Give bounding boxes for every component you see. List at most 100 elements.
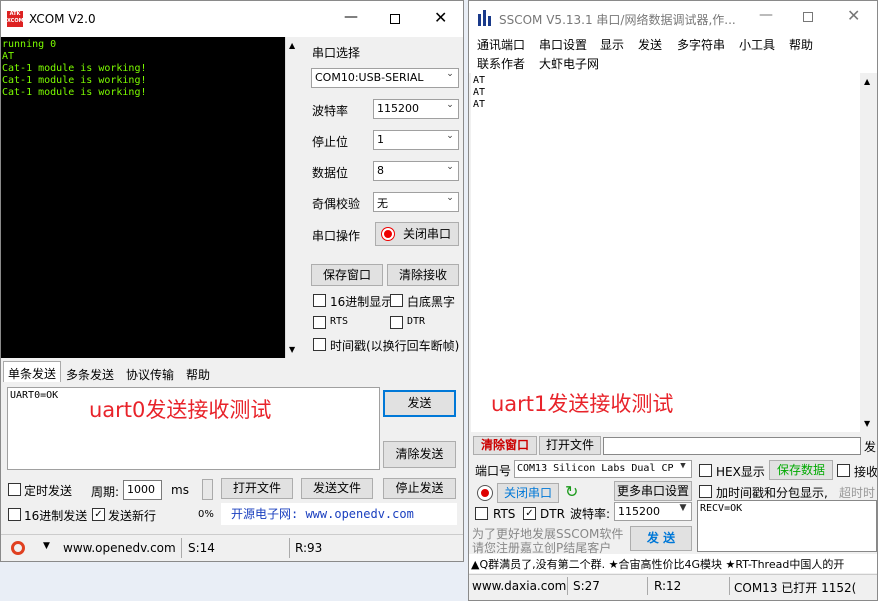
- rts-checkbox[interactable]: [475, 507, 488, 520]
- settings-gear-icon[interactable]: [11, 541, 25, 555]
- menu-comm-port[interactable]: 通讯端口: [477, 36, 525, 53]
- period-input[interactable]: 1000: [123, 480, 162, 500]
- open-file-button[interactable]: 打开文件: [539, 436, 601, 455]
- ticker-text[interactable]: ▲Q群满员了,没有第二个群. ★合宙高性价比4G模块 ★RT-Thread中国人…: [471, 556, 844, 572]
- clear-send-button[interactable]: 清除发送: [383, 441, 456, 468]
- recv-line: AT: [473, 75, 486, 86]
- scroll-up-icon[interactable]: ▲: [864, 77, 870, 86]
- baud-select[interactable]: 115200 ⌄: [373, 99, 459, 119]
- refresh-icon[interactable]: ↻: [565, 482, 578, 501]
- console-line: Cat-1 module is working!: [2, 87, 147, 98]
- port-select-value: COM10:USB-SERIAL: [315, 71, 424, 84]
- send-file-button[interactable]: 发送文件: [301, 478, 373, 499]
- sscom-window: SSCOM V5.13.1 串口/网络数据调试器,作... — ✕ 通讯端口 串…: [468, 0, 878, 601]
- percent-label: 0%: [198, 509, 214, 520]
- xcom-receive-console[interactable]: running 0 AT Cat-1 module is working! Ca…: [1, 37, 285, 358]
- minimize-icon[interactable]: —: [759, 7, 773, 23]
- send-file-button[interactable]: 发: [864, 438, 876, 455]
- timed-send-label: 定时发送: [24, 484, 73, 498]
- sscom-status-sent: S:27: [573, 579, 600, 593]
- close-icon[interactable]: ✕: [434, 8, 447, 27]
- send-newline-checkbox[interactable]: ✓: [92, 508, 105, 521]
- timeout-label: 超时时: [839, 486, 876, 500]
- menu-contact-author[interactable]: 联系作者: [477, 55, 525, 72]
- timed-send-checkbox[interactable]: [8, 483, 21, 496]
- menu-multi-string[interactable]: 多字符串: [677, 36, 725, 53]
- scroll-up-icon[interactable]: ▲: [289, 41, 295, 50]
- menu-help[interactable]: 帮助: [789, 36, 813, 53]
- console-scrollbar[interactable]: ▲ ▼: [285, 37, 301, 358]
- status-divider: [181, 538, 182, 558]
- console-line: AT: [2, 51, 15, 62]
- hex-send-label: 16进制发送: [24, 509, 88, 523]
- file-path-input[interactable]: [603, 437, 861, 455]
- more-settings-button[interactable]: 更多串口设置: [614, 481, 692, 501]
- maximize-icon[interactable]: [390, 14, 400, 24]
- sscom-send-textarea[interactable]: RECV=OK: [697, 500, 877, 552]
- port-select-label: 串口选择: [312, 46, 361, 60]
- open-file-button[interactable]: 打开文件: [221, 478, 293, 499]
- close-icon[interactable]: ✕: [847, 6, 860, 25]
- sscom-menubar: 通讯端口 串口设置 显示 发送 多字符串 小工具 帮助 联系作者 大虾电子网: [469, 33, 877, 73]
- chevron-down-icon: ▼: [679, 503, 687, 513]
- dtr-label: DTR: [407, 316, 426, 327]
- sscom-status-port: COM13 已打开 1152(: [734, 581, 857, 595]
- baud-select[interactable]: 115200 ▼: [614, 502, 692, 521]
- save-data-label: 保存数据: [776, 463, 825, 477]
- port-select[interactable]: COM10:USB-SERIAL ⌄: [311, 68, 459, 88]
- sscom-scrollbar[interactable]: ▲ ▼: [860, 73, 877, 432]
- white-bg-label: 白底黑字: [407, 295, 456, 309]
- send-button[interactable]: 发送: [383, 390, 456, 417]
- menu-tools[interactable]: 小工具: [739, 36, 775, 53]
- clear-window-label: 清除窗口: [480, 438, 529, 452]
- maximize-icon[interactable]: [803, 12, 813, 22]
- stop-send-button[interactable]: 停止发送: [383, 478, 456, 499]
- baud-value: 115200: [618, 505, 660, 518]
- rts-checkbox[interactable]: [313, 316, 326, 329]
- white-bg-checkbox[interactable]: [390, 294, 403, 307]
- send-text: RECV=OK: [700, 503, 743, 514]
- parity-select[interactable]: 无 ⌄: [373, 192, 459, 212]
- port-number-select[interactable]: COM13 Silicon Labs Dual CP ▼: [514, 460, 692, 478]
- data-bits-select[interactable]: 8 ⌄: [373, 161, 459, 181]
- tab-help[interactable]: 帮助: [186, 366, 210, 383]
- tab-protocol[interactable]: 协议传输: [126, 366, 174, 383]
- clear-receive-button[interactable]: 清除接收: [387, 264, 459, 286]
- openedv-link[interactable]: 开源电子网: www.openedv.com: [221, 503, 457, 525]
- xcom-status-url: www.openedv.com: [63, 541, 176, 555]
- sscom-receive-area[interactable]: AT AT AT: [471, 73, 860, 432]
- tab-single-send[interactable]: 单条发送: [3, 361, 61, 382]
- clear-window-button[interactable]: 清除窗口: [473, 436, 537, 455]
- timestamp-label: 加时间戳和分包显示,: [716, 486, 828, 500]
- menu-send[interactable]: 发送: [638, 36, 662, 53]
- port-number-label: 端口号: [475, 464, 512, 478]
- scroll-down-icon[interactable]: ▼: [289, 345, 295, 354]
- save-window-button[interactable]: 保存窗口: [311, 264, 383, 286]
- save-data-button[interactable]: 保存数据: [769, 460, 833, 480]
- recv-line: AT: [473, 99, 486, 110]
- menu-daxia-site[interactable]: 大虾电子网: [539, 55, 599, 72]
- minimize-icon[interactable]: —: [344, 9, 358, 25]
- xcom-title: XCOM V2.0: [29, 12, 96, 26]
- sscom-titlebar: SSCOM V5.13.1 串口/网络数据调试器,作... — ✕: [469, 1, 877, 33]
- dropdown-arrow-icon[interactable]: ▼: [43, 541, 50, 551]
- scroll-down-icon[interactable]: ▼: [864, 419, 870, 428]
- send-button[interactable]: 发 送: [630, 526, 692, 551]
- dtr-checkbox[interactable]: ✓: [523, 507, 536, 520]
- tab-multi-send[interactable]: 多条发送: [66, 366, 114, 383]
- hex-display-checkbox[interactable]: [313, 294, 326, 307]
- stop-bits-select[interactable]: 1 ⌄: [373, 130, 459, 150]
- recv-line: AT: [473, 87, 486, 98]
- sscom-logo-icon: [478, 10, 492, 26]
- close-port-button[interactable]: 关闭串口: [375, 222, 459, 246]
- hex-display-checkbox[interactable]: [699, 464, 712, 477]
- dtr-checkbox[interactable]: [390, 316, 403, 329]
- menu-display[interactable]: 显示: [600, 36, 624, 53]
- timestamp-checkbox[interactable]: [313, 338, 326, 351]
- recv-option-checkbox[interactable]: [837, 464, 850, 477]
- timestamp-checkbox[interactable]: [699, 485, 712, 498]
- menu-port-settings[interactable]: 串口设置: [539, 36, 587, 53]
- close-port-button[interactable]: 关闭串口: [497, 483, 559, 503]
- hex-send-checkbox[interactable]: [8, 508, 21, 521]
- sscom-status-url[interactable]: www.daxia.com: [472, 579, 566, 593]
